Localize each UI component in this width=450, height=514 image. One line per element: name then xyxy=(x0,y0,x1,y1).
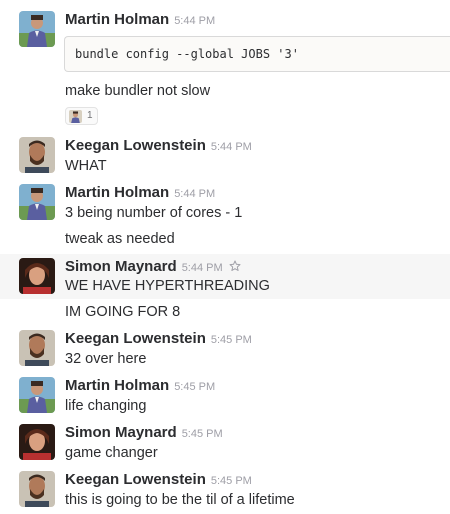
message-text: game changer xyxy=(65,445,158,461)
message-text: make bundler not slow xyxy=(65,83,211,99)
message-text: tweak as needed xyxy=(65,231,175,247)
reaction-count: 1 xyxy=(87,110,93,121)
sender-name[interactable]: Simon Maynard xyxy=(65,424,177,441)
message-text: WE HAVE HYPERTHREADING xyxy=(65,278,270,294)
message-text: IM GOING FOR 8 xyxy=(65,304,181,320)
message-feed: Martin Holman 5:44 PM bundle config --glo… xyxy=(0,0,450,514)
message-text: 32 over here xyxy=(65,351,147,367)
timestamp[interactable]: 5:45 PM xyxy=(211,334,252,346)
message: Martin Holman 5:44 PM 3 being number of c… xyxy=(0,180,450,254)
message: Keegan Lowenstein 5:44 PM WHAT xyxy=(0,132,450,180)
message-text: life changing xyxy=(65,398,147,414)
sender-name[interactable]: Keegan Lowenstein xyxy=(65,137,206,154)
message: Keegan Lowenstein 5:45 PM this is going t… xyxy=(0,466,450,514)
message: Keegan Lowenstein 5:45 PM 32 over here xyxy=(0,326,450,372)
message-continuation: IM GOING FOR 8 xyxy=(0,299,450,326)
avatar[interactable] xyxy=(19,471,55,507)
sender-row: Keegan Lowenstein 5:45 PM xyxy=(65,330,252,347)
sender-name[interactable]: Martin Holman xyxy=(65,184,169,201)
sender-row: Martin Holman 5:45 PM xyxy=(65,377,215,394)
avatar[interactable] xyxy=(19,424,55,460)
sender-name[interactable]: Martin Holman xyxy=(65,11,169,28)
message: Martin Holman 5:44 PM bundle config --glo… xyxy=(0,0,450,132)
sender-name[interactable]: Keegan Lowenstein xyxy=(65,471,206,488)
sender-name[interactable]: Simon Maynard xyxy=(65,258,177,275)
reaction-avatar xyxy=(69,110,82,123)
message: Martin Holman 5:45 PM life changing xyxy=(0,372,450,420)
avatar[interactable] xyxy=(19,330,55,366)
timestamp[interactable]: 5:44 PM xyxy=(182,262,223,274)
timestamp[interactable]: 5:45 PM xyxy=(182,428,223,440)
message-text: WHAT xyxy=(65,158,107,174)
message: Simon Maynard 5:44 PM WE HAVE HYPERTHREAD… xyxy=(0,254,450,299)
message-text: this is going to be the til of a lifetim… xyxy=(65,492,295,508)
sender-row: Keegan Lowenstein 5:45 PM xyxy=(65,471,252,488)
sender-row: Simon Maynard 5:45 PM xyxy=(65,424,223,441)
sender-row: Martin Holman 5:44 PM xyxy=(65,11,215,28)
message: Simon Maynard 5:45 PM game changer xyxy=(0,420,450,466)
sender-name[interactable]: Keegan Lowenstein xyxy=(65,330,206,347)
timestamp[interactable]: 5:44 PM xyxy=(174,15,215,27)
code-text: bundle config --global JOBS '3' xyxy=(75,47,299,61)
avatar[interactable] xyxy=(19,184,55,220)
timestamp[interactable]: 5:44 PM xyxy=(211,141,252,153)
timestamp[interactable]: 5:45 PM xyxy=(211,475,252,487)
avatar[interactable] xyxy=(19,11,55,47)
avatar[interactable] xyxy=(19,258,55,294)
sender-row: Keegan Lowenstein 5:44 PM xyxy=(65,137,252,154)
sender-row: Simon Maynard 5:44 PM xyxy=(65,258,241,275)
reaction-pill[interactable]: 1 xyxy=(65,107,98,125)
avatar[interactable] xyxy=(19,137,55,173)
star-icon[interactable] xyxy=(229,260,241,272)
sender-row: Martin Holman 5:44 PM xyxy=(65,184,215,201)
message-text: 3 being number of cores - 1 xyxy=(65,205,243,221)
timestamp[interactable]: 5:45 PM xyxy=(174,381,215,393)
timestamp[interactable]: 5:44 PM xyxy=(174,188,215,200)
code-block: bundle config --global JOBS '3' xyxy=(64,36,450,72)
sender-name[interactable]: Martin Holman xyxy=(65,377,169,394)
avatar[interactable] xyxy=(19,377,55,413)
